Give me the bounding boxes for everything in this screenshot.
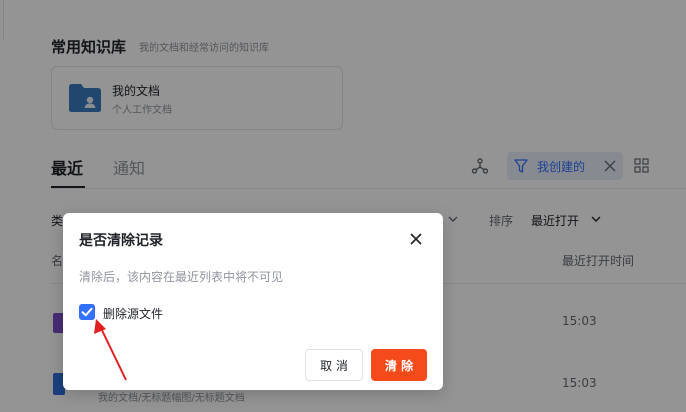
dialog-description: 清除后，该内容在最近列表中将不可见 [79, 270, 284, 284]
close-icon[interactable] [408, 231, 424, 247]
cancel-button[interactable]: 取 消 [305, 349, 363, 381]
dialog-title: 是否清除记录 [79, 233, 163, 249]
annotation-arrow [94, 319, 127, 381]
clear-button[interactable]: 清 除 [371, 349, 427, 381]
